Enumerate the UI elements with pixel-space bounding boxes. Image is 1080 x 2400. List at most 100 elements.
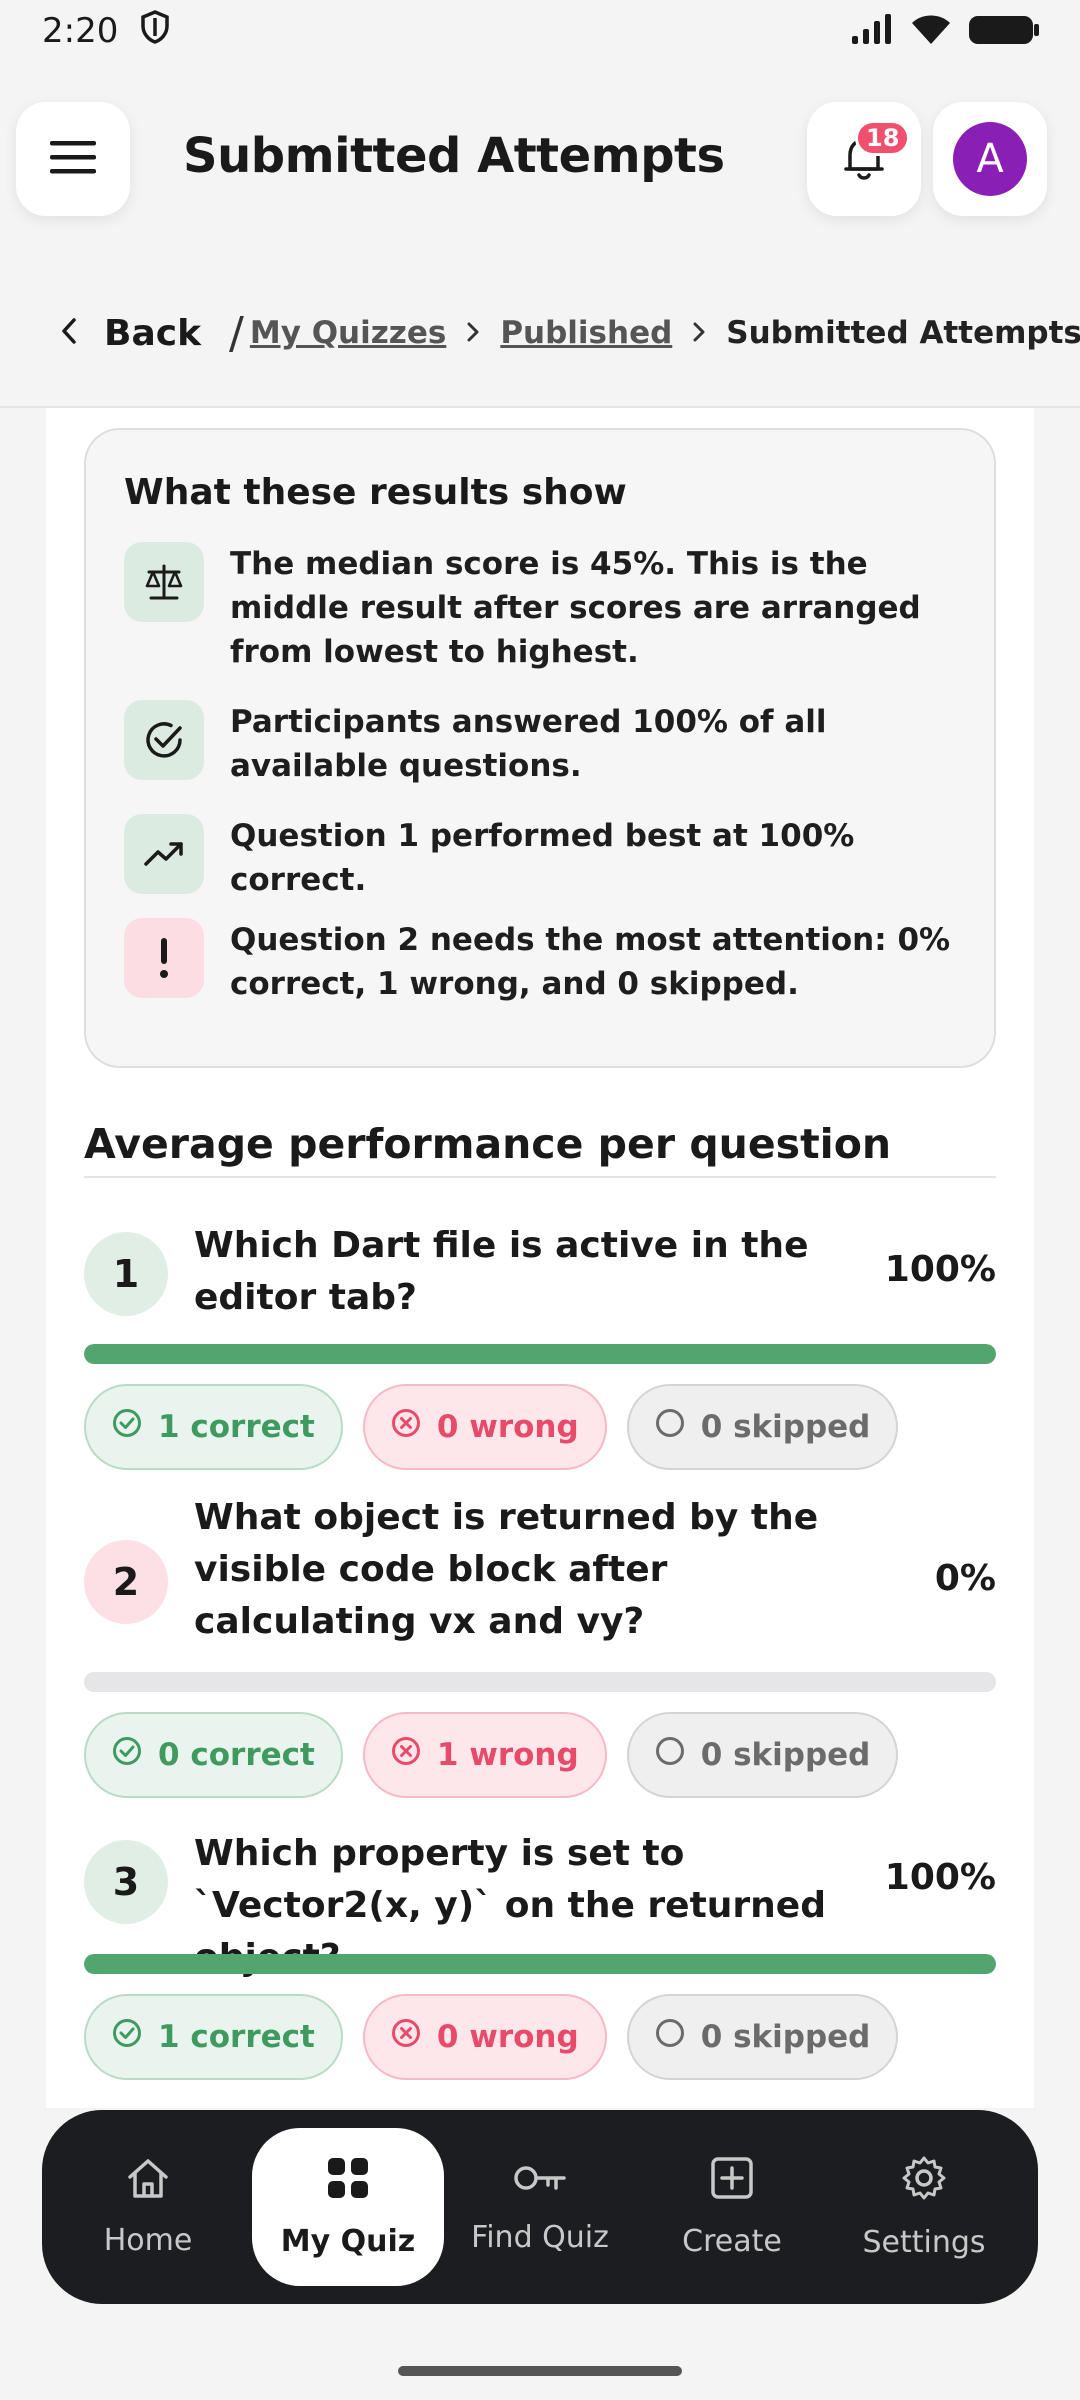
correct-count: 1 correct [158,2019,315,2055]
question-number: 3 [84,1840,168,1924]
chevron-right-icon [466,317,480,350]
hamburger-icon [48,139,98,179]
nav-find-quiz[interactable]: Find Quiz [444,2110,636,2304]
correct-count: 0 correct [158,1737,315,1773]
home-indicator [398,2366,682,2376]
trending-up-icon [124,814,204,894]
insight-best-question: Question 1 performed best at 100% correc… [124,814,964,902]
status-bar: 2:20 [0,0,1080,62]
battery-icon [968,12,1040,50]
profile-button[interactable]: A [933,102,1047,216]
app-header: Submitted Attempts 18 A [0,100,1080,220]
skipped-count: 0 skipped [700,2019,871,2055]
menu-button[interactable] [16,102,130,216]
progress-bar [84,1954,996,1974]
insight-text: The median score is 45%. This is the mid… [230,546,921,670]
grid-icon [326,2156,370,2208]
check-circle-icon [112,2018,142,2056]
results-summary-card: What these results show The median score… [84,428,996,1068]
progress-bar [84,1344,996,1364]
skipped-count-pill: 0 skipped [626,1712,899,1798]
question-item: 1 Which Dart file is active in the edito… [84,1208,996,1508]
answer-stats: 0 correct 1 wrong 0 skipped [84,1712,899,1798]
question-text: What object is returned by the visible c… [194,1497,819,1642]
nav-my-quiz[interactable]: My Quiz [252,2128,444,2286]
question-number: 1 [84,1232,168,1316]
skipped-count: 0 skipped [700,1409,871,1445]
x-circle-icon [391,1736,421,1774]
insight-text: Question 1 performed best at 100% correc… [230,818,855,898]
section-title: Average performance per question [84,1120,892,1168]
wrong-count-pill: 1 wrong [362,1712,607,1798]
nav-label: Settings [862,2224,986,2260]
home-icon [125,2157,171,2207]
correct-count-pill: 0 correct [84,1712,343,1798]
check-circle-icon [112,1736,142,1774]
gear-icon [901,2155,947,2209]
check-circle-icon [112,1408,142,1446]
x-circle-icon [391,2018,421,2056]
breadcrumb: Back / My Quizzes Published Submitted At… [0,300,1080,366]
insight-text: Participants answered 100% of all availa… [230,704,827,784]
avatar: A [953,122,1027,196]
nav-label: Home [103,2222,193,2258]
check-circle-icon [124,700,204,780]
skipped-count-pill: 0 skipped [626,1994,899,2080]
nav-create[interactable]: Create [636,2110,828,2304]
wrong-count-pill: 0 wrong [362,1384,607,1470]
key-icon [512,2160,568,2204]
breadcrumb-published[interactable]: Published [500,315,672,351]
back-label: Back [104,312,202,354]
results-title: What these results show [124,472,627,513]
question-percent: 0% [934,1558,996,1599]
nav-label: Create [682,2223,782,2259]
skipped-count: 0 skipped [700,1737,871,1773]
notifications-button[interactable]: 18 [807,102,921,216]
wrong-count: 1 wrong [436,1737,579,1773]
wrong-count-pill: 0 wrong [362,1994,607,2080]
question-item: 3 Which property is set to `Vector2(x, y… [84,1828,996,2108]
answer-stats: 1 correct 0 wrong 0 skipped [84,1994,899,2080]
progress-fill [84,1344,996,1364]
correct-count-pill: 1 correct [84,1384,343,1470]
wrong-count: 0 wrong [436,1409,579,1445]
insight-text: Question 2 needs the most attention: 0% … [230,922,951,1002]
question-number: 2 [84,1540,168,1624]
circle-icon [655,2018,685,2056]
exclamation-icon [124,918,204,998]
divider [84,1176,996,1178]
circle-icon [655,1736,685,1774]
progress-bar [84,1672,996,1692]
insight-median: The median score is 45%. This is the mid… [124,542,964,674]
back-button[interactable]: Back [60,313,201,354]
breadcrumb-slash: / [229,307,244,359]
question-item: 2 What object is returned by the visible… [84,1492,996,1822]
correct-count: 1 correct [158,1409,315,1445]
progress-fill [84,1954,996,1974]
breadcrumb-current: Submitted Attempts [726,315,1080,351]
breadcrumb-my-quizzes[interactable]: My Quizzes [250,315,446,351]
wrong-count: 0 wrong [436,2019,579,2055]
notification-badge: 18 [855,120,911,156]
insight-attention: Question 2 needs the most attention: 0% … [124,918,964,1006]
nav-settings[interactable]: Settings [828,2110,1020,2304]
status-time: 2:20 [42,11,119,51]
page-title: Submitted Attempts [183,128,725,184]
content-panel[interactable]: What these results show The median score… [46,408,1034,2108]
correct-count-pill: 1 correct [84,1994,343,2080]
chevron-left-icon [60,313,78,354]
nav-home[interactable]: Home [52,2110,244,2304]
chevron-right-icon [692,317,706,350]
question-percent: 100% [884,1857,996,1898]
scale-icon [124,542,204,622]
x-circle-icon [391,1408,421,1446]
insight-answered: Participants answered 100% of all availa… [124,700,964,788]
nav-label: Find Quiz [471,2219,609,2255]
question-text: Which Dart file is active in the editor … [194,1225,809,1318]
bottom-nav: Home My Quiz Find Quiz Create Settings [42,2110,1038,2304]
nav-label: My Quiz [280,2223,416,2259]
circle-icon [655,1408,685,1446]
plus-square-icon [710,2156,754,2208]
shield-icon [140,9,170,53]
wifi-icon [910,12,952,50]
